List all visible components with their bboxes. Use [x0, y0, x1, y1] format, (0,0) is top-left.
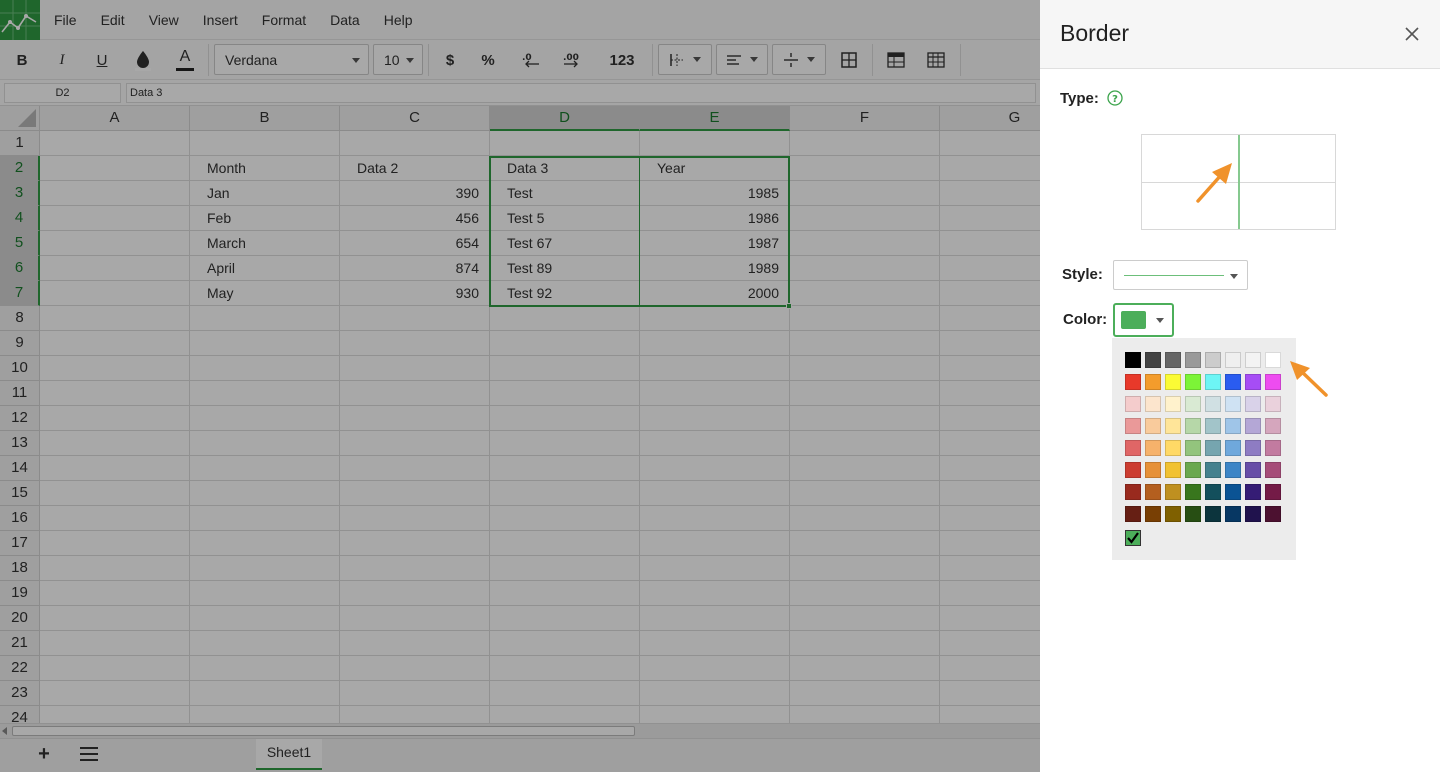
- color-label: Color:: [1063, 311, 1108, 328]
- color-swatch[interactable]: [1145, 440, 1161, 456]
- color-swatch[interactable]: [1245, 484, 1261, 500]
- color-swatch[interactable]: [1165, 484, 1181, 500]
- type-label: Type:: [1060, 90, 1099, 107]
- color-swatch[interactable]: [1245, 418, 1261, 434]
- close-icon[interactable]: [1402, 24, 1422, 44]
- chevron-down-icon: [1230, 274, 1238, 279]
- color-swatch[interactable]: [1245, 462, 1261, 478]
- border-type-picker[interactable]: [1141, 134, 1336, 230]
- color-swatch[interactable]: [1145, 484, 1161, 500]
- color-swatch[interactable]: [1145, 374, 1161, 390]
- color-swatch[interactable]: [1245, 374, 1261, 390]
- color-swatch[interactable]: [1205, 440, 1221, 456]
- color-swatch[interactable]: [1185, 506, 1201, 522]
- color-swatch[interactable]: [1125, 374, 1141, 390]
- modal-overlay[interactable]: [0, 0, 1040, 772]
- color-swatch[interactable]: [1225, 396, 1241, 412]
- selected-color-swatch: [1121, 311, 1146, 329]
- color-swatch[interactable]: [1265, 352, 1281, 368]
- border-panel: Border Type: ? Style: Color:: [1040, 0, 1440, 772]
- color-swatch[interactable]: [1225, 506, 1241, 522]
- color-swatch[interactable]: [1225, 440, 1241, 456]
- color-swatch[interactable]: [1185, 462, 1201, 478]
- border-inner-vertical[interactable]: [1238, 135, 1240, 229]
- color-swatch[interactable]: [1165, 506, 1181, 522]
- color-swatch[interactable]: [1125, 352, 1141, 368]
- color-swatch[interactable]: [1165, 440, 1181, 456]
- color-swatch[interactable]: [1225, 462, 1241, 478]
- color-swatch[interactable]: [1145, 418, 1161, 434]
- color-swatch[interactable]: [1265, 462, 1281, 478]
- color-swatch[interactable]: [1185, 396, 1201, 412]
- color-swatch[interactable]: [1245, 396, 1261, 412]
- color-swatch[interactable]: [1125, 462, 1141, 478]
- color-swatch[interactable]: [1205, 484, 1221, 500]
- color-swatch[interactable]: [1185, 352, 1201, 368]
- color-swatch[interactable]: [1265, 484, 1281, 500]
- color-swatch[interactable]: [1125, 396, 1141, 412]
- color-swatch[interactable]: [1225, 418, 1241, 434]
- color-swatch[interactable]: [1245, 440, 1261, 456]
- border-style-select[interactable]: [1113, 260, 1248, 290]
- color-swatch[interactable]: [1265, 374, 1281, 390]
- color-swatch[interactable]: [1205, 352, 1221, 368]
- color-swatch[interactable]: [1165, 374, 1181, 390]
- color-swatch[interactable]: [1125, 484, 1141, 500]
- color-swatch[interactable]: [1125, 418, 1141, 434]
- color-swatch[interactable]: [1225, 484, 1241, 500]
- color-swatch[interactable]: [1205, 462, 1221, 478]
- style-label: Style:: [1062, 266, 1103, 283]
- custom-color-swatch[interactable]: [1125, 530, 1141, 546]
- color-swatch[interactable]: [1205, 506, 1221, 522]
- help-icon[interactable]: ?: [1107, 90, 1123, 106]
- color-swatch[interactable]: [1225, 352, 1241, 368]
- color-swatch[interactable]: [1185, 440, 1201, 456]
- color-swatch[interactable]: [1245, 352, 1261, 368]
- color-swatch[interactable]: [1245, 506, 1261, 522]
- color-swatch[interactable]: [1145, 506, 1161, 522]
- color-swatch[interactable]: [1205, 396, 1221, 412]
- color-swatch[interactable]: [1265, 506, 1281, 522]
- color-swatch[interactable]: [1185, 484, 1201, 500]
- color-swatch[interactable]: [1165, 352, 1181, 368]
- color-swatch[interactable]: [1265, 418, 1281, 434]
- color-swatch[interactable]: [1225, 374, 1241, 390]
- chevron-down-icon: [1156, 318, 1164, 323]
- panel-header: Border: [1040, 0, 1440, 69]
- color-swatch[interactable]: [1165, 418, 1181, 434]
- checkmark-icon: [1127, 532, 1139, 544]
- color-swatch[interactable]: [1185, 374, 1201, 390]
- spreadsheet-app: File Edit View Insert Format Data Help B…: [0, 0, 1040, 772]
- color-swatch[interactable]: [1165, 396, 1181, 412]
- color-palette: [1112, 338, 1296, 560]
- line-style-preview: [1124, 275, 1224, 276]
- color-swatch[interactable]: [1125, 506, 1141, 522]
- color-swatch[interactable]: [1185, 418, 1201, 434]
- color-swatch[interactable]: [1145, 396, 1161, 412]
- color-swatch[interactable]: [1145, 352, 1161, 368]
- color-swatch[interactable]: [1125, 440, 1141, 456]
- panel-title: Border: [1060, 20, 1130, 46]
- color-swatch[interactable]: [1145, 462, 1161, 478]
- color-swatch[interactable]: [1265, 396, 1281, 412]
- color-swatch[interactable]: [1165, 462, 1181, 478]
- color-swatch[interactable]: [1205, 418, 1221, 434]
- border-color-select[interactable]: [1113, 303, 1174, 337]
- color-swatch[interactable]: [1265, 440, 1281, 456]
- svg-text:?: ?: [1112, 94, 1118, 105]
- color-swatch[interactable]: [1205, 374, 1221, 390]
